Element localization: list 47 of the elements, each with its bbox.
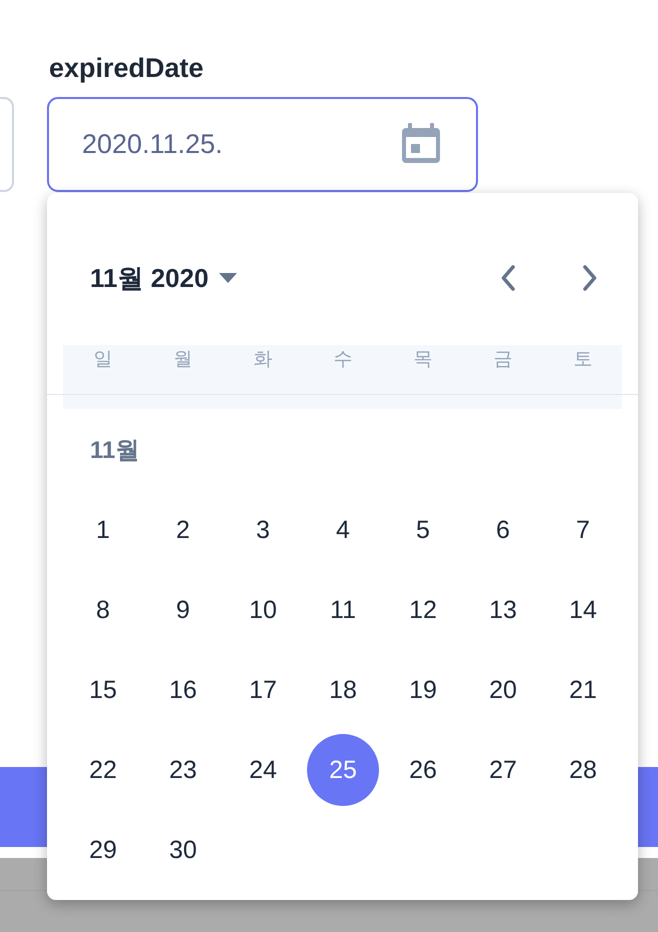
day-button[interactable]: 11 bbox=[307, 574, 379, 646]
weekday-label: 월 bbox=[174, 348, 192, 372]
day-button[interactable]: 10 bbox=[227, 574, 299, 646]
month-year-selector[interactable]: 11월 2020 bbox=[90, 260, 237, 296]
weekday-label: 화 bbox=[254, 348, 272, 372]
day-button[interactable]: 9 bbox=[147, 574, 219, 646]
weekday-label: 목 bbox=[414, 348, 432, 372]
caret-down-icon bbox=[218, 273, 237, 283]
date-field[interactable]: 2020.11.25. bbox=[47, 97, 478, 192]
weekday-label: 금 bbox=[494, 348, 512, 372]
day-button[interactable]: 3 bbox=[227, 494, 299, 566]
day-button[interactable]: 18 bbox=[307, 654, 379, 726]
day-button[interactable]: 2 bbox=[147, 494, 219, 566]
day-button[interactable]: 16 bbox=[147, 654, 219, 726]
day-button[interactable]: 30 bbox=[147, 814, 219, 886]
field-label: expiredDate bbox=[49, 52, 204, 84]
day-button[interactable]: 24 bbox=[227, 734, 299, 806]
next-month-button[interactable] bbox=[583, 265, 597, 291]
day-button[interactable]: 22 bbox=[67, 734, 139, 806]
day-button[interactable]: 29 bbox=[67, 814, 139, 886]
day-button[interactable]: 6 bbox=[467, 494, 539, 566]
day-button[interactable]: 4 bbox=[307, 494, 379, 566]
month-label: 11월 bbox=[90, 436, 140, 466]
weekday-label: 일 bbox=[94, 348, 112, 372]
day-button[interactable]: 27 bbox=[467, 734, 539, 806]
day-button[interactable]: 21 bbox=[547, 654, 619, 726]
day-button[interactable]: 12 bbox=[387, 574, 459, 646]
weekday-label: 수 bbox=[334, 348, 352, 372]
day-button[interactable]: 20 bbox=[467, 654, 539, 726]
day-button[interactable]: 28 bbox=[547, 734, 619, 806]
day-button[interactable]: 19 bbox=[387, 654, 459, 726]
day-button[interactable]: 23 bbox=[147, 734, 219, 806]
day-button[interactable]: 17 bbox=[227, 654, 299, 726]
day-button[interactable]: 1 bbox=[67, 494, 139, 566]
calendar-icon[interactable] bbox=[402, 123, 440, 163]
day-button[interactable]: 14 bbox=[547, 574, 619, 646]
day-button[interactable]: 8 bbox=[67, 574, 139, 646]
chevron-left-icon bbox=[501, 265, 515, 291]
day-button[interactable]: 15 bbox=[67, 654, 139, 726]
day-button[interactable]: 7 bbox=[547, 494, 619, 566]
weekday-label: 토 bbox=[574, 348, 592, 372]
prev-month-button[interactable] bbox=[501, 265, 515, 291]
chevron-right-icon bbox=[583, 265, 597, 291]
day-button[interactable]: 26 bbox=[387, 734, 459, 806]
day-button[interactable]: 25 bbox=[307, 734, 379, 806]
day-button[interactable]: 13 bbox=[467, 574, 539, 646]
day-button[interactable]: 5 bbox=[387, 494, 459, 566]
